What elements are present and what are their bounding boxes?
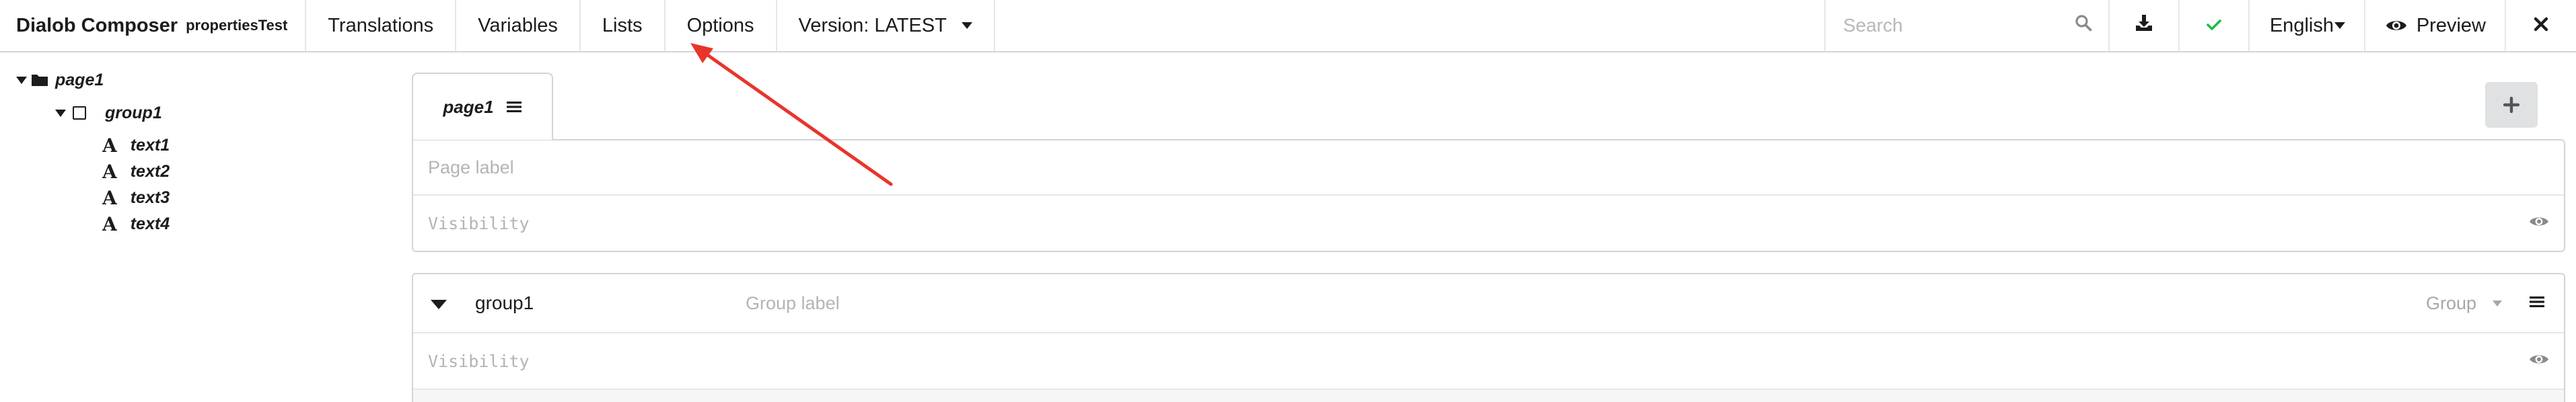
hamburger-menu-icon[interactable] — [2529, 295, 2545, 312]
text-field-icon: A — [102, 134, 117, 157]
app-brand: Dialob Composer propertiesTest — [0, 0, 307, 51]
tree-group-label: group1 — [105, 103, 162, 122]
group-card: group1 Group — [412, 273, 2565, 402]
add-page-button[interactable] — [2485, 82, 2538, 128]
eye-icon — [2386, 21, 2406, 30]
search-box — [1824, 0, 2108, 51]
group-type-dropdown[interactable]: Group — [2426, 293, 2502, 314]
preview-button[interactable]: Preview — [2363, 0, 2505, 51]
language-dropdown[interactable]: English — [2248, 0, 2364, 51]
chevron-down-icon — [961, 22, 972, 29]
app-title: Dialob Composer — [16, 14, 178, 36]
page-properties-card — [412, 139, 2565, 252]
page-label-input[interactable] — [428, 157, 1437, 178]
eye-icon[interactable] — [2529, 215, 2549, 232]
page-visibility-row — [413, 196, 2564, 251]
version-label: Version: LATEST — [798, 14, 947, 36]
tree-item-text[interactable]: A text2 — [102, 158, 170, 185]
tree-item-text[interactable]: A text4 — [102, 210, 170, 237]
tree-item-text[interactable]: A text3 — [102, 184, 170, 211]
tree-text-label: text2 — [130, 161, 170, 181]
group-id[interactable]: group1 — [475, 292, 534, 314]
tree-text-label: text1 — [130, 135, 170, 155]
toolbar-right: English Preview — [1824, 0, 2576, 51]
download-button[interactable] — [2108, 0, 2178, 51]
page-visibility-input[interactable] — [428, 213, 1437, 233]
tree-item-group[interactable]: group1 — [55, 99, 162, 126]
search-icon[interactable] — [2075, 14, 2092, 37]
chevron-down-icon — [2493, 300, 2502, 307]
chevron-down-icon — [2334, 22, 2345, 29]
search-input[interactable] — [1842, 15, 2059, 36]
check-icon — [2206, 15, 2222, 37]
text-field-icon: A — [102, 186, 117, 209]
folder-icon — [32, 75, 48, 86]
group-body — [413, 390, 2564, 402]
menu-variables[interactable]: Variables — [456, 0, 581, 51]
tree-text-label: text3 — [130, 188, 170, 207]
hamburger-menu-icon[interactable] — [506, 100, 522, 114]
tree-text-label: text4 — [130, 214, 170, 233]
language-label: English — [2269, 14, 2334, 36]
page-label-row — [413, 140, 2564, 196]
close-icon — [2534, 15, 2548, 37]
close-button[interactable] — [2505, 0, 2576, 51]
collapse-caret-icon[interactable] — [431, 300, 447, 309]
top-menu-bar: Dialob Composer propertiesTest Translati… — [0, 0, 2576, 52]
group-type-label: Group — [2425, 292, 2476, 313]
tree-item-page[interactable]: page1 — [16, 67, 104, 93]
group-header: group1 Group — [413, 274, 2564, 333]
preview-label: Preview — [2416, 14, 2486, 36]
menu-translations[interactable]: Translations — [306, 0, 457, 51]
tab-page1[interactable]: page1 — [412, 73, 553, 140]
download-icon — [2135, 13, 2153, 38]
menu-options[interactable]: Options — [666, 0, 777, 51]
caret-down-icon[interactable] — [55, 109, 66, 117]
text-field-icon: A — [102, 212, 117, 235]
group-visibility-input[interactable] — [428, 351, 1437, 371]
group-label-input[interactable] — [746, 292, 1620, 314]
group-square-icon — [73, 106, 86, 120]
version-dropdown[interactable]: Version: LATEST — [777, 0, 995, 51]
caret-down-icon[interactable] — [16, 76, 27, 84]
tab-label: page1 — [443, 96, 494, 117]
eye-icon[interactable] — [2529, 353, 2549, 370]
menu-lists[interactable]: Lists — [581, 0, 666, 51]
status-indicator — [2178, 0, 2248, 51]
form-name: propertiesTest — [186, 17, 288, 34]
plus-icon — [2503, 97, 2519, 113]
tree-page-label: page1 — [55, 70, 104, 89]
text-field-icon: A — [102, 160, 117, 183]
group-visibility-row — [413, 333, 2564, 390]
tree-item-text[interactable]: A text1 — [102, 132, 170, 159]
